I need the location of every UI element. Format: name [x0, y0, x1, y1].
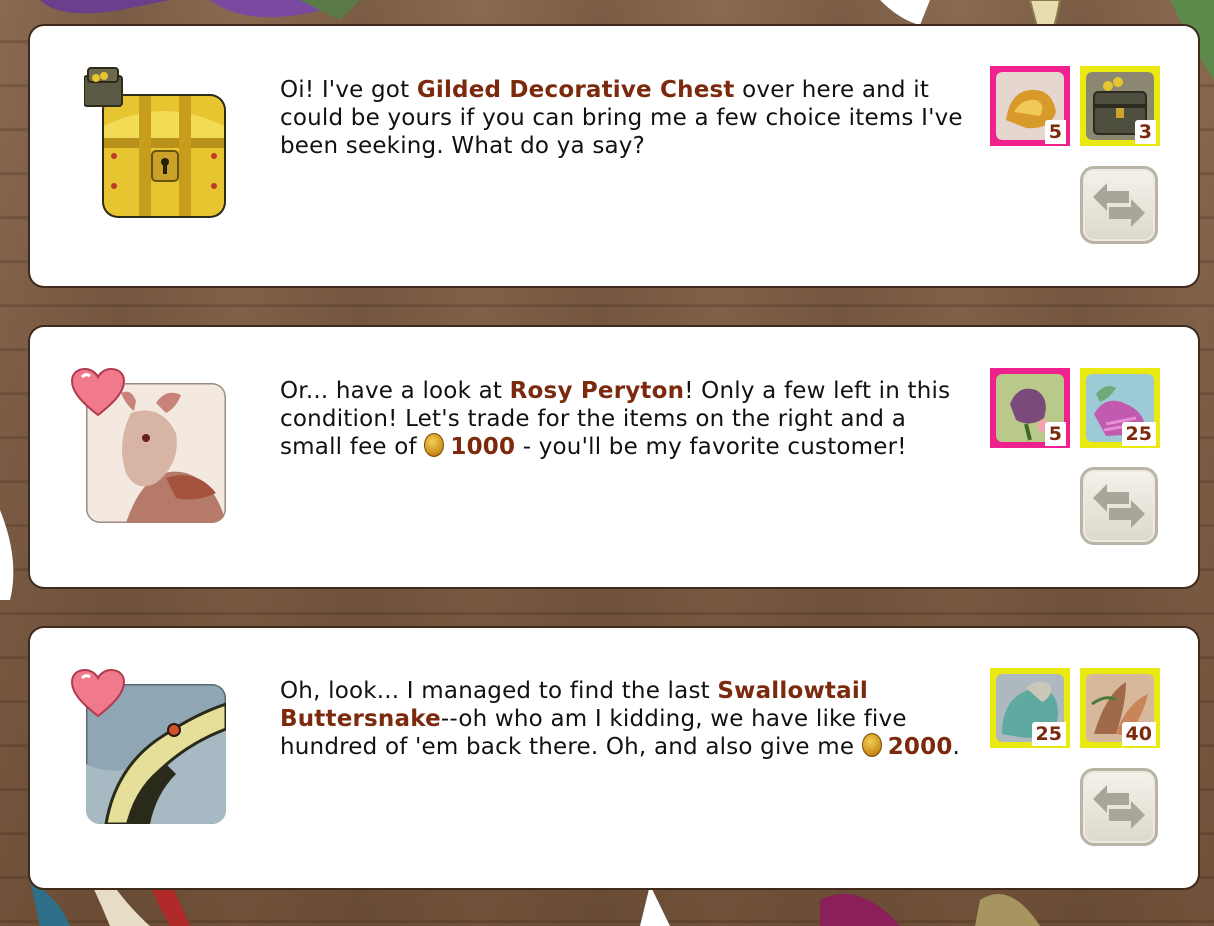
fee-amount: 2000	[887, 734, 953, 760]
swap-arrows-icon	[1093, 484, 1145, 528]
fee-amount: 1000	[450, 434, 516, 460]
swap-arrows-icon	[1093, 183, 1145, 227]
offer-card-2: Or... have a look at Rosy Peryton! Only …	[30, 327, 1198, 587]
swap-arrows-icon	[1093, 785, 1145, 829]
trade-button[interactable]	[1080, 768, 1158, 846]
offer-card-1: Oi! I've got Gilded Decorative Chest ove…	[30, 26, 1198, 286]
offer-card-3: Oh, look... I managed to find the last S…	[30, 628, 1198, 888]
heart-icon	[70, 668, 126, 718]
offer-message: Oi! I've got Gilded Decorative Chest ove…	[280, 77, 963, 159]
required-item-gold-ore[interactable]: 5	[990, 66, 1070, 146]
treasure-coin-icon	[861, 733, 882, 757]
trade-button[interactable]	[1080, 166, 1158, 244]
required-item-rose[interactable]: 5	[990, 368, 1070, 448]
offer-item-name[interactable]: Rosy Peryton	[510, 378, 685, 404]
required-item-feather[interactable]: 40	[1080, 668, 1160, 748]
heart-icon	[70, 367, 126, 417]
required-item-chest[interactable]: 3	[1080, 66, 1160, 146]
required-item-pink-fabric[interactable]: 25	[1080, 368, 1160, 448]
treasure-coin-icon	[424, 433, 445, 457]
required-item-shell[interactable]: 25	[990, 668, 1070, 748]
offer-message: Oh, look... I managed to find the last S…	[280, 678, 961, 760]
offer-message: Or... have a look at Rosy Peryton! Only …	[280, 378, 951, 460]
trade-button[interactable]	[1080, 467, 1158, 545]
offer-item-name[interactable]: Gilded Decorative Chest	[417, 77, 735, 103]
treasure-chest-icon[interactable]	[83, 66, 240, 222]
